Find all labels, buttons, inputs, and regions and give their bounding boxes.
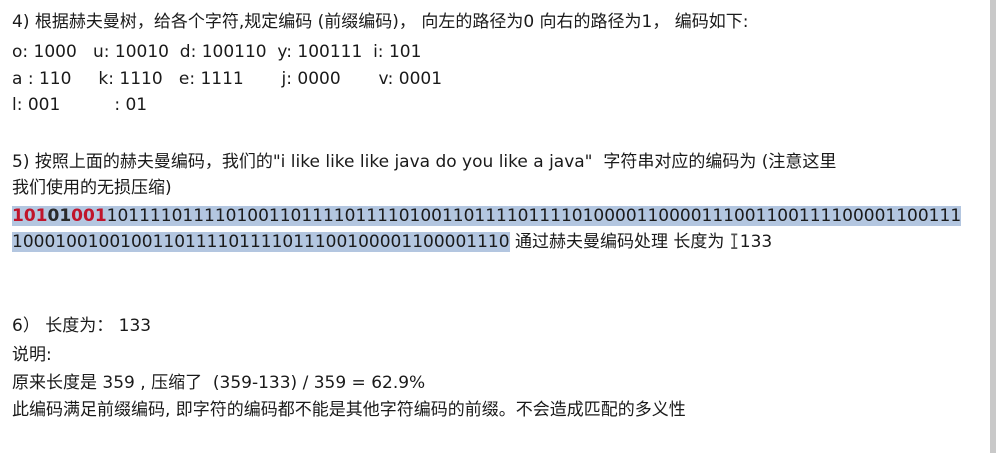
- text-cursor-icon: I: [729, 229, 739, 255]
- encoded-highlight-1: 101: [12, 206, 48, 226]
- encoded-line-2: 1000100100100110111101111011100100001100…: [12, 229, 986, 255]
- section5-heading-line2: 我们使用的无损压缩): [12, 178, 172, 198]
- code-table-row-3: l: 001 : 01: [12, 95, 148, 115]
- encoded-suffix-text: 通过赫夫曼编码处理 长度为: [509, 232, 730, 252]
- prefix-property-note: 此编码满足前缀编码, 即字符的编码都不能是其他字符编码的前缀。不会造成匹配的多义…: [12, 400, 686, 420]
- encoded-highlight-3: 001: [71, 206, 107, 226]
- encoded-bitstring[interactable]: 1010100110111101111010011011110111101001…: [12, 203, 986, 255]
- compression-ratio-text: 原来长度是 359 , 压缩了 (359-133) / 359 = 62.9%: [12, 373, 426, 393]
- code-table-row-2: a : 110 k: 1110 e: 1111 j: 0000 v: 0001: [12, 69, 443, 89]
- encoded-length-value: 133: [739, 232, 773, 252]
- document-page: 4) 根据赫夫曼树，给各个字符,规定编码 (前缀编码)， 向左的路径为0 向右的…: [0, 0, 996, 453]
- encoded-highlight-2: 01: [47, 206, 72, 226]
- section4-heading: 4) 根据赫夫曼树，给各个字符,规定编码 (前缀编码)， 向左的路径为0 向右的…: [12, 12, 749, 32]
- encoded-rest-line-2: 1000100100100110111101111011100100001100…: [12, 232, 510, 252]
- code-table-row-1: o: 1000 u: 10010 d: 100110 y: 100111 i: …: [12, 42, 422, 62]
- encoded-rest-line-1: 1011110111101001101111011110100110111101…: [106, 206, 962, 226]
- section5-heading-line1: 5) 按照上面的赫夫曼编码，我们的"i like like like java …: [12, 152, 837, 172]
- section6-heading: 6） 长度为： 133: [12, 316, 152, 336]
- note-label: 说明:: [12, 345, 52, 365]
- encoded-line-1: 1010100110111101111010011011110111101001…: [12, 203, 986, 229]
